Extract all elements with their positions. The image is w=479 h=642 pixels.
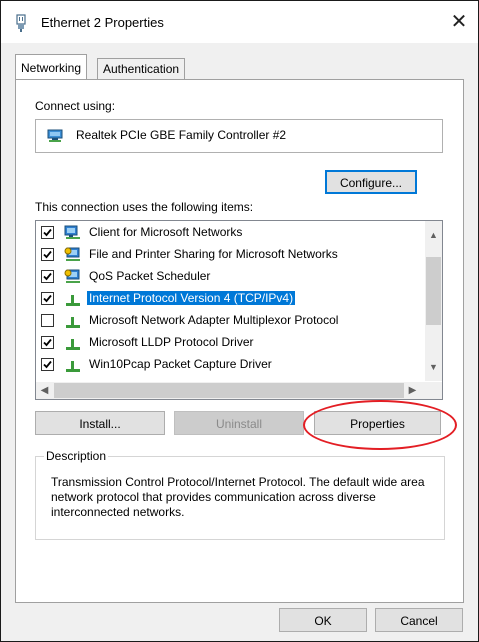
item-label: Internet Protocol Version 4 (TCP/IPv4)	[87, 291, 296, 305]
horizontal-scroll-thumb[interactable]	[54, 383, 404, 398]
networking-panel: Connect using: Realtek PCIe GBE Family C…	[15, 79, 464, 603]
configure-button[interactable]: Configure...	[325, 170, 417, 194]
list-item[interactable]: File and Printer Sharing for Microsoft N…	[36, 244, 418, 266]
network-client-icon	[64, 225, 82, 241]
horizontal-scrollbar[interactable]: ◀ ▶	[36, 382, 442, 399]
description-title: Description	[44, 449, 109, 463]
window-title: Ethernet 2 Properties	[41, 15, 164, 30]
properties-dialog: Ethernet 2 Properties ✕ Networking Authe…	[0, 0, 479, 642]
item-label: File and Printer Sharing for Microsoft N…	[89, 247, 338, 261]
item-label: QoS Packet Scheduler	[89, 269, 211, 283]
list-item[interactable]: Client for Microsoft Networks	[36, 222, 418, 244]
network-adapter-icon	[13, 14, 29, 32]
install-button[interactable]: Install...	[35, 411, 165, 435]
network-service-icon	[64, 247, 82, 263]
adapter-name: Realtek PCIe GBE Family Controller #2	[76, 128, 287, 142]
uninstall-button[interactable]: Uninstall	[174, 411, 304, 435]
item-checkbox[interactable]	[41, 226, 54, 239]
items-listbox[interactable]: Client for Microsoft Networks File and Pr…	[35, 220, 443, 400]
items-label: This connection uses the following items…	[35, 200, 254, 214]
item-label: Microsoft Network Adapter Multiplexor Pr…	[89, 313, 339, 327]
network-service-icon	[64, 269, 82, 285]
list-item[interactable]: Microsoft Network Adapter Multiplexor Pr…	[36, 310, 418, 332]
description-group: Description Transmission Control Protoco…	[35, 449, 445, 540]
item-label: Microsoft LLDP Protocol Driver	[89, 335, 254, 349]
scroll-right-icon[interactable]: ▶	[404, 382, 421, 399]
scroll-left-icon[interactable]: ◀	[36, 382, 53, 399]
list-item[interactable]: QoS Packet Scheduler	[36, 266, 418, 288]
cancel-button[interactable]: Cancel	[375, 608, 463, 632]
close-button[interactable]: ✕	[440, 7, 478, 37]
adapter-box: Realtek PCIe GBE Family Controller #2	[35, 119, 443, 153]
item-checkbox[interactable]	[41, 292, 54, 305]
list-item[interactable]: Win10Pcap Packet Capture Driver	[36, 354, 418, 376]
connect-using-label: Connect using:	[35, 99, 116, 113]
item-checkbox[interactable]	[41, 270, 54, 283]
scroll-up-icon[interactable]: ▲	[425, 227, 442, 244]
list-item[interactable]: Microsoft LLDP Protocol Driver	[36, 332, 418, 354]
title-bar: Ethernet 2 Properties ✕	[1, 1, 478, 43]
highlight-annotation	[303, 400, 457, 450]
item-checkbox[interactable]	[41, 358, 54, 371]
item-checkbox[interactable]	[41, 314, 54, 327]
network-adapter-icon	[47, 129, 63, 143]
item-label: Client for Microsoft Networks	[89, 225, 243, 239]
scroll-down-icon[interactable]: ▼	[425, 359, 442, 376]
list-item[interactable]: Internet Protocol Version 4 (TCP/IPv4)	[36, 288, 418, 310]
protocol-icon	[64, 291, 82, 307]
protocol-icon	[64, 335, 82, 351]
item-checkbox[interactable]	[41, 336, 54, 349]
ok-button[interactable]: OK	[279, 608, 367, 632]
vertical-scrollbar[interactable]: ▲ ▼	[425, 221, 442, 381]
item-checkbox[interactable]	[41, 248, 54, 261]
vertical-scroll-thumb[interactable]	[426, 257, 441, 325]
protocol-icon	[64, 357, 82, 373]
tab-networking[interactable]: Networking	[15, 54, 88, 79]
tab-authentication[interactable]: Authentication	[97, 58, 186, 79]
protocol-icon	[64, 313, 82, 329]
description-text: Transmission Control Protocol/Internet P…	[51, 475, 425, 519]
item-label: Win10Pcap Packet Capture Driver	[89, 357, 272, 371]
